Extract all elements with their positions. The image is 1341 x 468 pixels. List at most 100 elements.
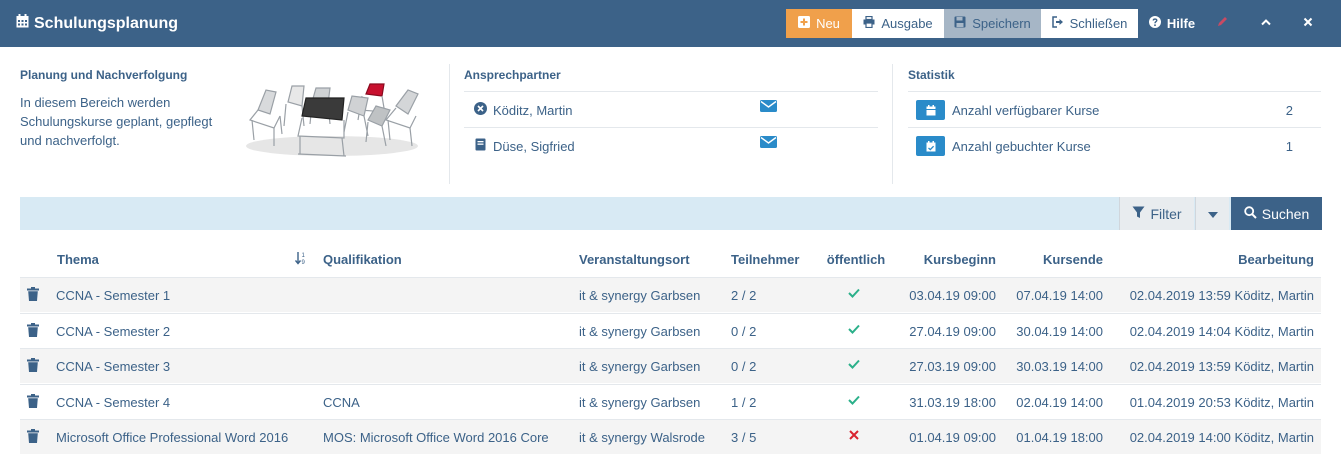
cell-beginn: 27.04.19 09:00 <box>909 324 996 339</box>
table-row[interactable]: CCNA - Semester 3 it & synergy Garbsen 0 /… <box>20 348 1321 383</box>
envelope-icon[interactable] <box>760 136 777 148</box>
trash-icon[interactable] <box>27 323 39 337</box>
divider <box>464 127 878 128</box>
cell-thema: CCNA - Semester 1 <box>56 288 171 303</box>
cell-teilnehmer: 0 / 2 <box>731 359 757 374</box>
contact-name: Düse, Sigfried <box>493 138 575 154</box>
output-button-label: Ausgabe <box>881 16 933 31</box>
table-row[interactable]: CCNA - Semester 1 it & synergy Garbsen 2 /… <box>20 277 1321 312</box>
help-button[interactable]: Hilfe <box>1142 9 1202 38</box>
cell-bearbeitung: 02.04.2019 14:00 Köditz, Martin <box>1129 430 1314 445</box>
envelope-icon[interactable] <box>760 100 777 112</box>
cell-beginn: 31.03.19 18:00 <box>909 395 996 410</box>
contact-item[interactable]: Köditz, Martin <box>474 102 572 118</box>
cell-ort: it & synergy Walsrode <box>579 430 705 445</box>
close-button[interactable] <box>1294 9 1322 38</box>
cell-thema: Microsoft Office Professional Word 2016 <box>56 430 289 445</box>
check-icon <box>848 324 860 334</box>
filter-button[interactable]: Filter <box>1119 197 1194 230</box>
filter-button-label: Filter <box>1150 205 1182 222</box>
table-row[interactable]: CCNA - Semester 4 CCNA it & synergy Garbse… <box>20 384 1321 419</box>
output-button[interactable]: Ausgabe <box>852 9 944 38</box>
contact-name: Köditz, Martin <box>493 102 573 118</box>
edit-button[interactable] <box>1208 9 1236 38</box>
cell-ende: 07.04.19 14:00 <box>1016 288 1103 303</box>
cell-thema: CCNA - Semester 4 <box>56 395 171 410</box>
save-button[interactable]: Speichern <box>944 9 1041 38</box>
svg-text:9: 9 <box>302 260 306 265</box>
calendar-check-icon <box>916 136 945 156</box>
cell-ort: it & synergy Garbsen <box>579 359 701 374</box>
close-icon <box>1302 16 1314 31</box>
close-form-button[interactable]: Schließen <box>1041 9 1138 38</box>
intro-title: Planung und Nachverfolgung <box>20 68 188 82</box>
header-bar: Schulungsplanung Neu Ausgabe Speichern S… <box>0 0 1341 47</box>
cell-ort: it & synergy Garbsen <box>579 395 701 410</box>
cell-teilnehmer: 3 / 5 <box>731 430 757 445</box>
column-header-thema[interactable]: Thema <box>57 252 99 267</box>
stat-label[interactable]: Anzahl verfügbarer Kurse <box>952 103 1099 118</box>
filter-icon <box>1132 206 1145 222</box>
stat-value: 1 <box>1285 139 1293 154</box>
chevron-up-icon <box>1260 16 1272 31</box>
cell-ende: 01.04.19 18:00 <box>1016 430 1103 445</box>
book-icon <box>474 138 487 154</box>
close-form-button-label: Schließen <box>1069 16 1128 31</box>
trash-icon[interactable] <box>27 429 39 443</box>
pencil-icon <box>1216 16 1228 31</box>
trash-icon[interactable] <box>27 394 39 408</box>
contacts-title: Ansprechpartner <box>464 68 561 82</box>
stat-label[interactable]: Anzahl gebuchter Kurse <box>952 139 1091 154</box>
calendar-icon <box>16 14 29 33</box>
cell-teilnehmer: 0 / 2 <box>731 324 757 339</box>
new-button[interactable]: Neu <box>786 9 852 38</box>
cell-bearbeitung: 02.04.2019 13:59 Köditz, Martin <box>1129 288 1314 303</box>
table-row[interactable]: Microsoft Office Professional Word 2016 M… <box>20 419 1321 454</box>
divider <box>908 91 1321 92</box>
filter-dropdown-button[interactable] <box>1195 197 1229 230</box>
plus-square-icon <box>798 16 811 31</box>
cell-beginn: 03.04.19 09:00 <box>909 288 996 303</box>
svg-text:1: 1 <box>302 253 306 259</box>
caret-down-icon <box>1207 206 1218 221</box>
print-icon <box>863 15 875 31</box>
column-header-bearbeitung[interactable]: Bearbeitung <box>1114 252 1314 267</box>
panel-divider <box>892 64 893 184</box>
check-icon <box>848 395 860 405</box>
cell-bearbeitung: 01.04.2019 20:53 Köditz, Martin <box>1129 395 1314 410</box>
check-icon <box>848 359 860 369</box>
calendar-badge-icon <box>916 100 945 120</box>
cell-qualifikation: MOS: Microsoft Office Word 2016 Core <box>323 430 549 445</box>
column-header-ende[interactable]: Kursende <box>1003 252 1103 267</box>
column-header-teilnehmer[interactable]: Teilnehmer <box>731 252 799 267</box>
save-button-label: Speichern <box>972 16 1031 31</box>
panel-divider <box>449 64 450 184</box>
cell-ende: 30.04.19 14:00 <box>1016 324 1103 339</box>
search-button[interactable]: Suchen <box>1231 197 1322 230</box>
cell-bearbeitung: 02.04.2019 13:59 Köditz, Martin <box>1129 359 1314 374</box>
cross-icon <box>849 430 859 440</box>
cell-thema: CCNA - Semester 2 <box>56 324 171 339</box>
contact-item[interactable]: Düse, Sigfried <box>474 138 575 154</box>
divider <box>908 127 1321 128</box>
sort-icon[interactable]: 19 <box>294 251 307 266</box>
trash-icon[interactable] <box>27 287 39 301</box>
column-header-qualifikation[interactable]: Qualifikation <box>323 252 402 267</box>
chairs-illustration <box>240 80 425 160</box>
column-header-oeffentlich[interactable]: öffentlich <box>820 252 892 267</box>
cell-beginn: 27.03.19 09:00 <box>909 359 996 374</box>
cell-thema: CCNA - Semester 3 <box>56 359 171 374</box>
trash-icon[interactable] <box>27 358 39 372</box>
cell-teilnehmer: 1 / 2 <box>731 395 757 410</box>
page-title: Schulungsplanung <box>16 14 178 33</box>
table-row[interactable]: CCNA - Semester 2 it & synergy Garbsen 0 /… <box>20 313 1321 348</box>
cell-beginn: 01.04.19 09:00 <box>909 430 996 445</box>
search-button-label: Suchen <box>1261 205 1310 222</box>
column-header-beginn[interactable]: Kursbeginn <box>895 252 996 267</box>
cell-qualifikation: CCNA <box>323 395 360 410</box>
sign-out-icon <box>1051 16 1064 31</box>
collapse-button[interactable] <box>1252 9 1280 38</box>
column-header-ort[interactable]: Veranstaltungsort <box>579 252 690 267</box>
help-button-label: Hilfe <box>1166 16 1196 31</box>
page-title-text: Schulungsplanung <box>34 14 178 32</box>
